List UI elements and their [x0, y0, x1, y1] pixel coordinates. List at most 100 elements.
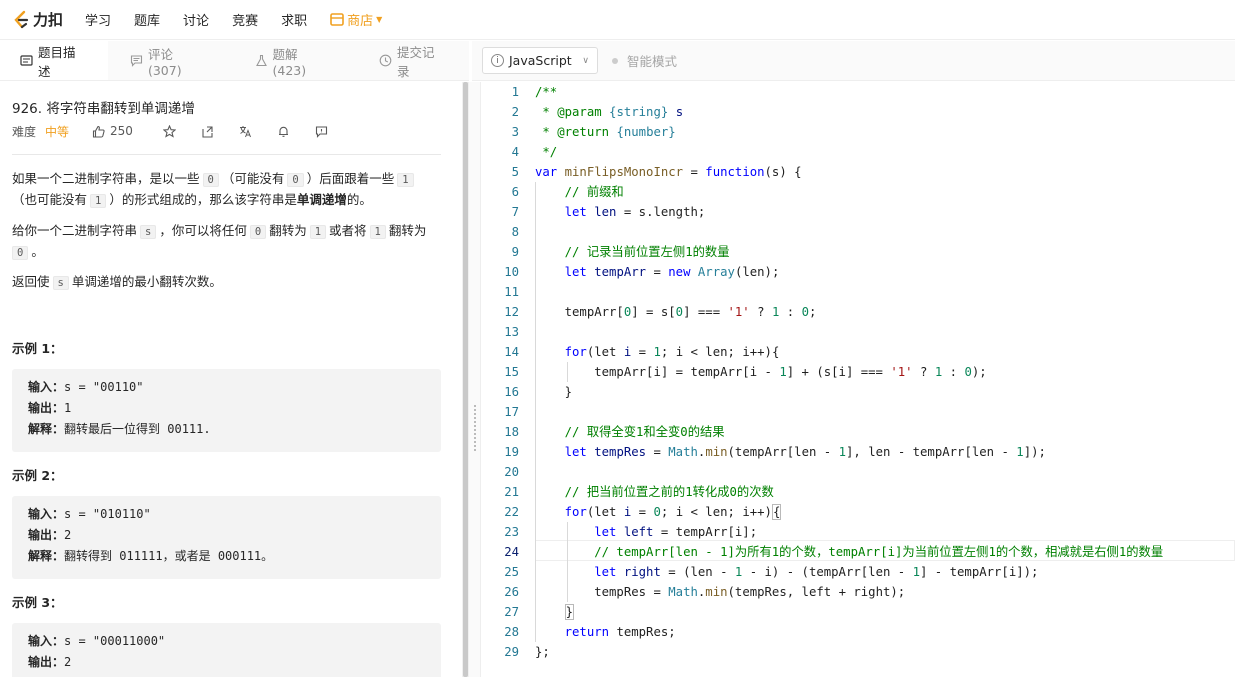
line-number: 22	[504, 505, 519, 519]
code-token: s	[675, 105, 684, 119]
line-number: 17	[504, 405, 519, 419]
editor-toolbar: i JavaScript ∨ 智能模式	[472, 41, 1235, 81]
code-token: // 取得全变1和全变0的结果	[535, 425, 725, 439]
inline-code: 0	[249, 225, 267, 239]
code-editor[interactable]: 1 /** 2 * @param {string} s 3 * @return {…	[483, 82, 1235, 677]
explain-value: 翻转得到 011111，或者是 000111。	[64, 549, 274, 563]
line-number: 9	[511, 245, 519, 259]
code-line-14: 14 for(let i = 1; i < len; i++){	[483, 342, 1235, 362]
tab-submissions[interactable]: 提交记录	[357, 41, 469, 80]
nav-item-problems[interactable]: 题库	[134, 10, 160, 29]
star-icon[interactable]	[162, 124, 176, 138]
code-token: let	[535, 445, 595, 459]
code-token: =	[653, 445, 669, 459]
output-value: 1	[64, 401, 72, 415]
like-button[interactable]: 250	[92, 124, 133, 138]
code-token: 0	[801, 305, 809, 319]
code-token: right	[623, 565, 669, 579]
code-line-5: 5 var minFlipsMonoIncr = function(s) {	[483, 162, 1235, 182]
line-number: 29	[504, 645, 519, 659]
code-line-22: 22 for(let i = 0; i < len; i++){	[483, 502, 1235, 522]
example-1-explain: 解释：翻转最后一位得到 00111.	[28, 419, 425, 440]
top-navbar: 力扣 学习 题库 讨论 竞赛 求职 商店 ▼	[0, 0, 1235, 40]
code-line-2: 2 * @param {string} s	[483, 102, 1235, 122]
matching-bracket: }	[564, 604, 575, 620]
tab-solutions[interactable]: 题解 (423)	[233, 41, 358, 80]
nav-item-discuss[interactable]: 讨论	[183, 10, 209, 29]
nav-item-shop[interactable]: 商店 ▼	[330, 10, 382, 29]
example-2-box: 输入：s = "010110" 输出：2 解释：翻转得到 011111，或者是 …	[12, 496, 441, 579]
line-number: 7	[511, 205, 519, 219]
code-line-8: 8	[483, 222, 1235, 242]
code-token: (s) {	[764, 165, 802, 179]
explain-label: 解释：	[28, 422, 65, 436]
nav-item-learn[interactable]: 学习	[85, 10, 111, 29]
code-token: (len);	[734, 265, 780, 279]
code-token: );	[971, 365, 987, 379]
line-number: 11	[504, 285, 519, 299]
inline-code: 0	[287, 173, 304, 187]
feedback-icon[interactable]	[315, 125, 328, 138]
tab-solutions-label: 题解 (423)	[272, 46, 307, 78]
line-number: 16	[504, 385, 519, 399]
text: ）的形式组成的，那么该字符串是	[109, 192, 297, 207]
code-line-12: 12 tempArr[0] = s[0] === '1' ? 1 : 0;	[483, 302, 1235, 322]
code-token: '1'	[727, 305, 750, 319]
description-paragraph-1: 如果一个二进制字符串，是以一些 0 （可能没有 0 ）后面跟着一些 1 （也可能没有 1 ）的形…	[12, 169, 442, 211]
leetcode-logo[interactable]: 力扣	[12, 9, 63, 30]
code-token: =	[638, 505, 654, 519]
code-token: '1'	[890, 365, 913, 379]
nav-item-jobs[interactable]: 求职	[281, 10, 307, 29]
example-3-output: 输出：2	[28, 652, 425, 673]
description-scrollbar[interactable]	[462, 82, 469, 677]
panel-splitter[interactable]	[469, 82, 481, 677]
example-1-output: 输出：1	[28, 398, 425, 419]
code-token: :	[779, 305, 802, 319]
tab-comments[interactable]: 评论 (307)	[108, 41, 233, 80]
line-number: 27	[504, 605, 519, 619]
leetcode-logo-icon	[14, 10, 29, 28]
code-token: ], len - tempArr[len -	[846, 445, 1017, 459]
code-token: return	[535, 625, 617, 639]
share-icon[interactable]	[201, 125, 214, 138]
tab-description-label: 题目描述	[37, 44, 76, 79]
text: ，你可以将任何	[159, 223, 247, 238]
explain-label: 解释：	[28, 549, 65, 563]
example-2-input: 输入：s = "010110"	[28, 504, 425, 525]
code-token: ; i < len; i++)	[660, 505, 772, 519]
code-token: 1	[653, 345, 661, 359]
code-token: Array	[697, 265, 735, 279]
line-number: 23	[504, 525, 519, 539]
code-line-17: 17	[483, 402, 1235, 422]
example-1-box: 输入：s = "00110" 输出：1 解释：翻转最后一位得到 00111.	[12, 369, 441, 452]
bold-text: 单调递增	[296, 192, 347, 207]
thumbs-up-icon	[92, 125, 105, 138]
smart-mode-toggle[interactable]: 智能模式	[612, 51, 677, 70]
code-token: new	[668, 265, 698, 279]
info-icon: i	[491, 54, 504, 67]
code-token: = tempArr[i];	[660, 525, 758, 539]
bell-icon[interactable]	[277, 125, 290, 138]
example-3-box: 输入：s = "00011000" 输出：2	[12, 623, 441, 677]
language-select[interactable]: i JavaScript ∨	[482, 47, 598, 74]
code-line-24: 24 // tempArr[len - 1]为所有1的个数，tempArr[i]…	[483, 542, 1235, 562]
text: 翻转为	[269, 223, 307, 238]
scrollbar-thumb[interactable]	[463, 82, 468, 677]
code-token: ;	[808, 305, 817, 319]
line-number: 4	[511, 145, 519, 159]
translate-icon[interactable]	[239, 125, 252, 138]
text: 。	[31, 244, 44, 259]
code-token: let	[535, 565, 624, 579]
line-number: 1	[511, 85, 519, 99]
difficulty-label: 难度	[12, 124, 37, 139]
line-number: 10	[504, 265, 519, 279]
nav-item-contest[interactable]: 竞赛	[232, 10, 258, 29]
output-label: 输出：	[28, 401, 65, 415]
code-token: 1	[912, 565, 920, 579]
line-number: 8	[511, 225, 519, 239]
code-token: 0	[675, 305, 684, 319]
text: 如果一个二进制字符串，是以一些	[12, 171, 200, 186]
splitter-grip-icon[interactable]	[474, 405, 476, 451]
tab-description[interactable]: 题目描述	[0, 41, 108, 80]
input-label: 输入：	[28, 380, 65, 394]
